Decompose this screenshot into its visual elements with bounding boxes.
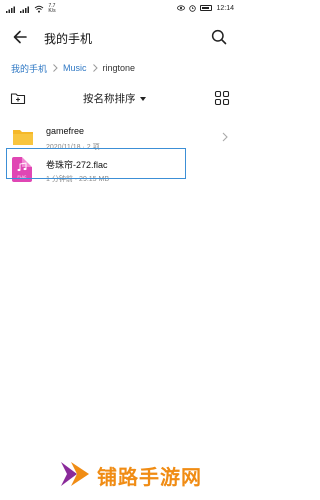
music-note-icon (17, 162, 27, 172)
signal-icon-2 (20, 6, 29, 13)
breadcrumb-music[interactable]: Music (63, 63, 87, 73)
flac-icon-label: FLAC (17, 175, 27, 179)
app-bar: 我的手机 (0, 20, 240, 56)
watermark-text: 铺路手游网 (97, 465, 202, 489)
breadcrumb-ringtone[interactable]: ringtone (103, 63, 136, 73)
watermark-logo-icon (61, 462, 89, 486)
caret-down-icon (139, 96, 146, 101)
status-system: 12:14 (177, 4, 234, 12)
page-title: 我的手机 (44, 32, 93, 46)
status-indicators: 7.7 K/s (6, 4, 57, 14)
chevron-right-icon (222, 132, 228, 142)
list-item-file[interactable]: FLAC 卷珠帘-272.flac 1 分钟前 · 29.15 MB (0, 154, 240, 188)
list-item-folder[interactable]: gamefree 2020/11/18 · 2 项 (0, 122, 240, 156)
item-meta: 1 分钟前 · 29.15 MB (46, 176, 110, 183)
sort-label: 按名称排序 (83, 93, 136, 105)
status-bar: 7.7 K/s 12:14 (0, 0, 240, 18)
battery-icon (200, 5, 213, 11)
item-name: 卷珠帘-272.flac (46, 160, 108, 170)
search-icon[interactable] (210, 28, 228, 46)
chevron-right-icon (92, 64, 98, 72)
breadcrumb: 我的手机 Music ringtone (11, 61, 135, 75)
toolbar: 按名称排序 (0, 88, 240, 110)
eye-comfort-icon (177, 5, 186, 11)
breadcrumb-my-phone[interactable]: 我的手机 (11, 62, 47, 75)
sort-button[interactable]: 按名称排序 (83, 91, 146, 106)
item-meta: 2020/11/18 · 2 项 (46, 144, 100, 151)
alarm-icon (189, 5, 197, 12)
new-folder-icon[interactable] (10, 91, 26, 105)
flac-file-icon: FLAC (12, 157, 32, 182)
status-time: 12:14 (216, 4, 234, 12)
chevron-right-icon (53, 64, 58, 72)
folder-icon (13, 130, 33, 145)
watermark: 铺路手游网 (59, 455, 202, 491)
net-speed-unit: K/s (48, 8, 56, 14)
grid-view-icon[interactable] (214, 90, 230, 106)
back-arrow-icon[interactable] (11, 28, 29, 46)
item-name: gamefree (46, 126, 85, 136)
wifi-icon (34, 5, 44, 13)
net-speed: 7.7 K/s (47, 4, 57, 14)
signal-icon (6, 6, 15, 13)
